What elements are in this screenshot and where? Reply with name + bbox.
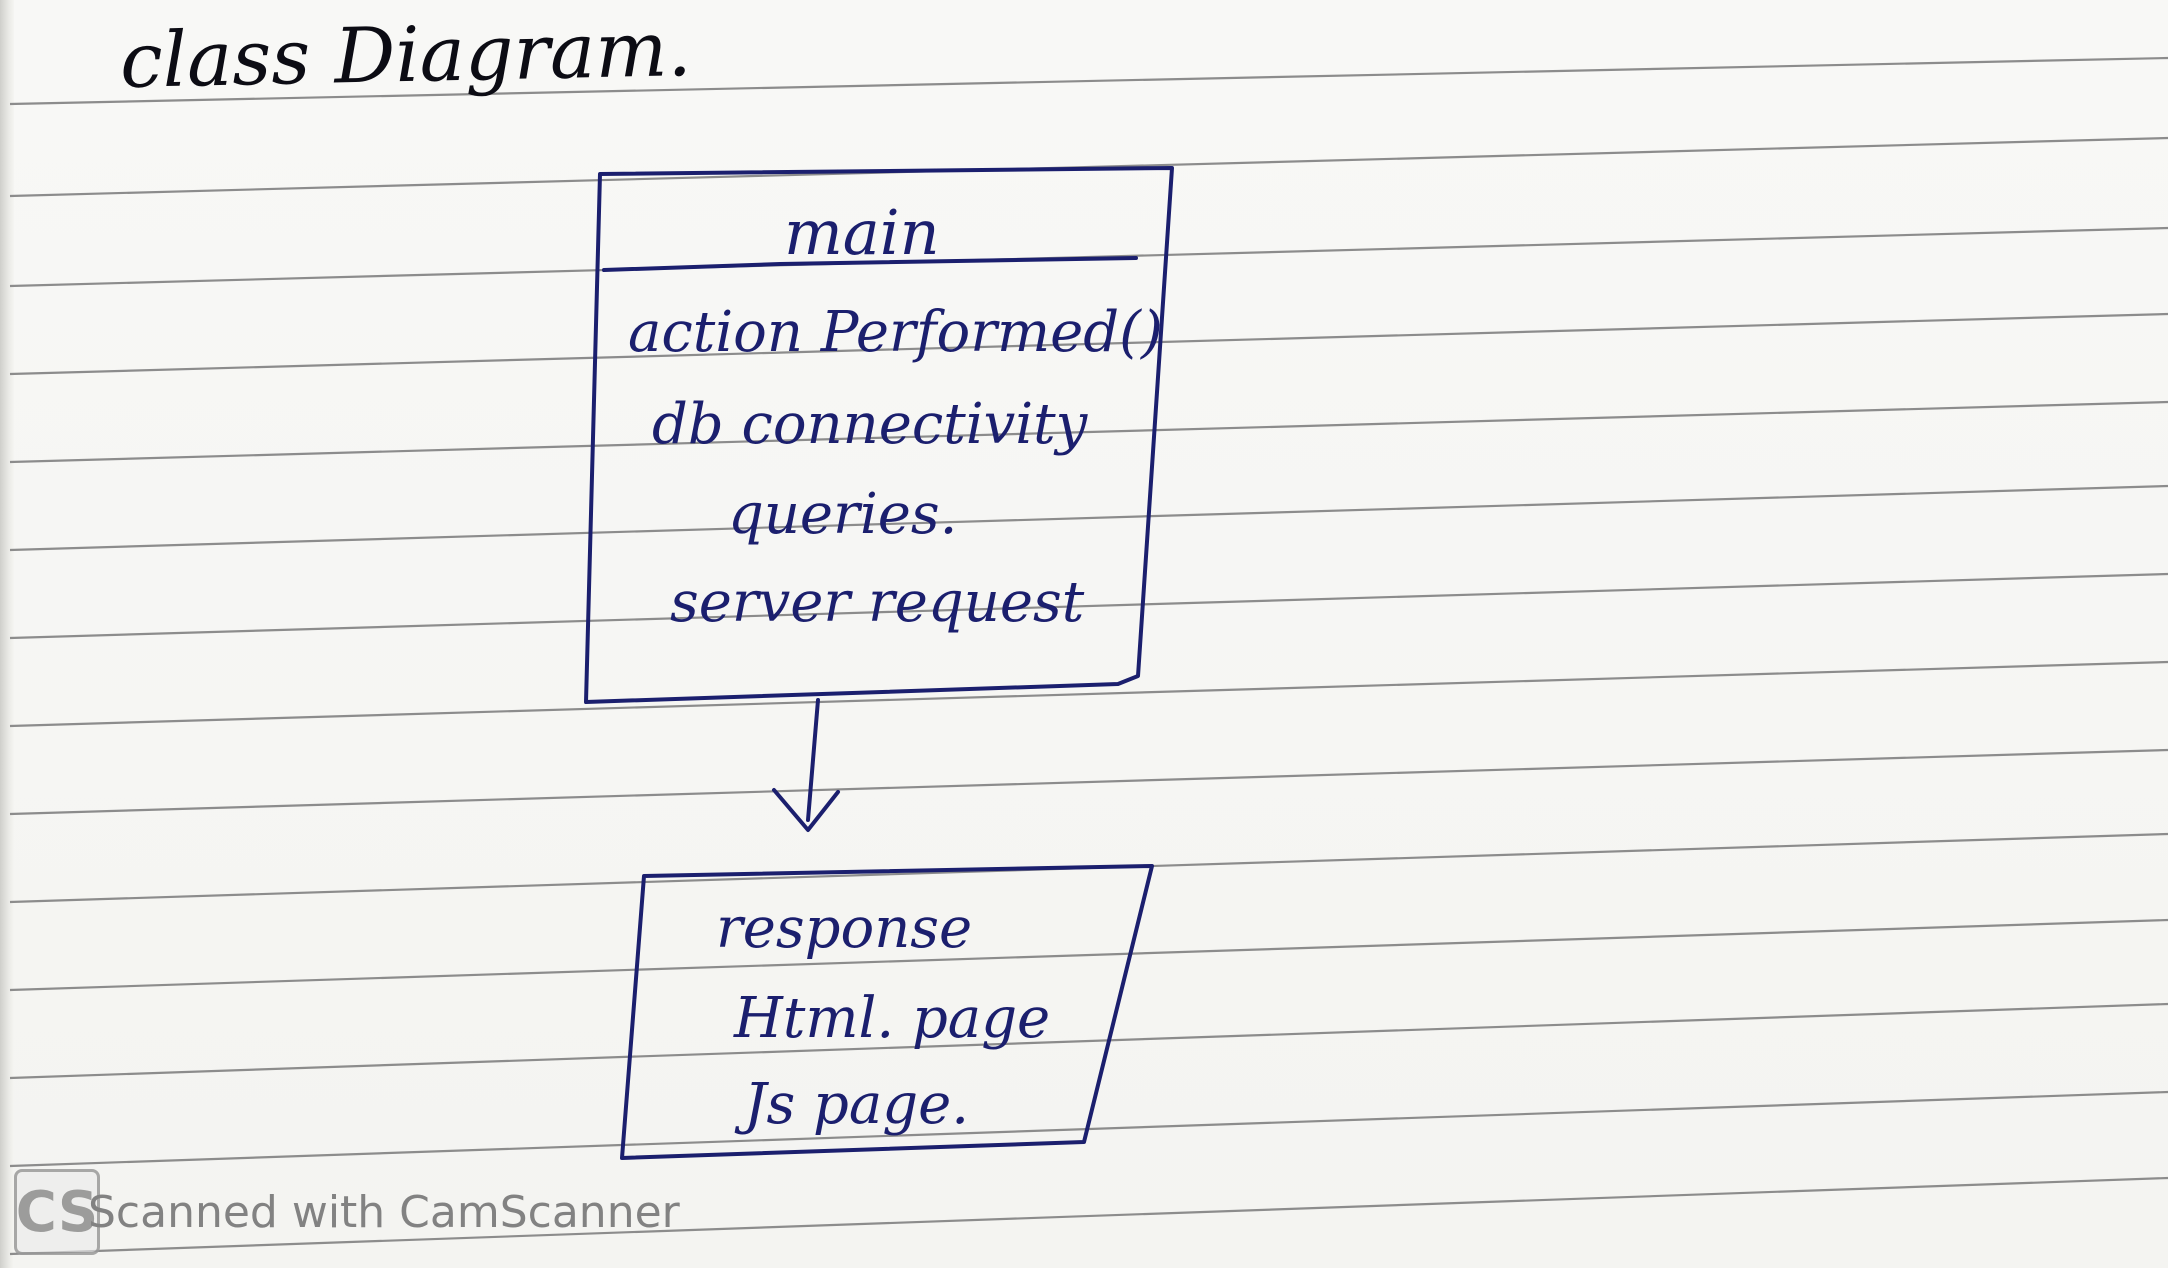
main-item-action-performed: action Performed() <box>628 300 1163 365</box>
main-item-db-connectivity: db connectivity <box>652 392 1088 457</box>
page-title: class Diagram. <box>119 4 693 105</box>
camscanner-watermark: CS Scanned with CamScanner <box>14 1168 680 1256</box>
main-item-server-request: server request <box>670 570 1085 635</box>
class-name-main: main <box>784 196 940 269</box>
response-item-js-page: Js page. <box>744 1072 970 1137</box>
response-item-response: response <box>716 896 973 961</box>
main-item-queries: queries. <box>728 482 958 547</box>
notebook-page: class Diagram. main action Performed() d… <box>0 0 2168 1268</box>
arrowhead <box>772 788 840 832</box>
response-item-html-page: Html. page <box>734 986 1051 1051</box>
watermark-text: Scanned with CamScanner <box>88 1186 680 1238</box>
connector-line <box>806 698 820 822</box>
